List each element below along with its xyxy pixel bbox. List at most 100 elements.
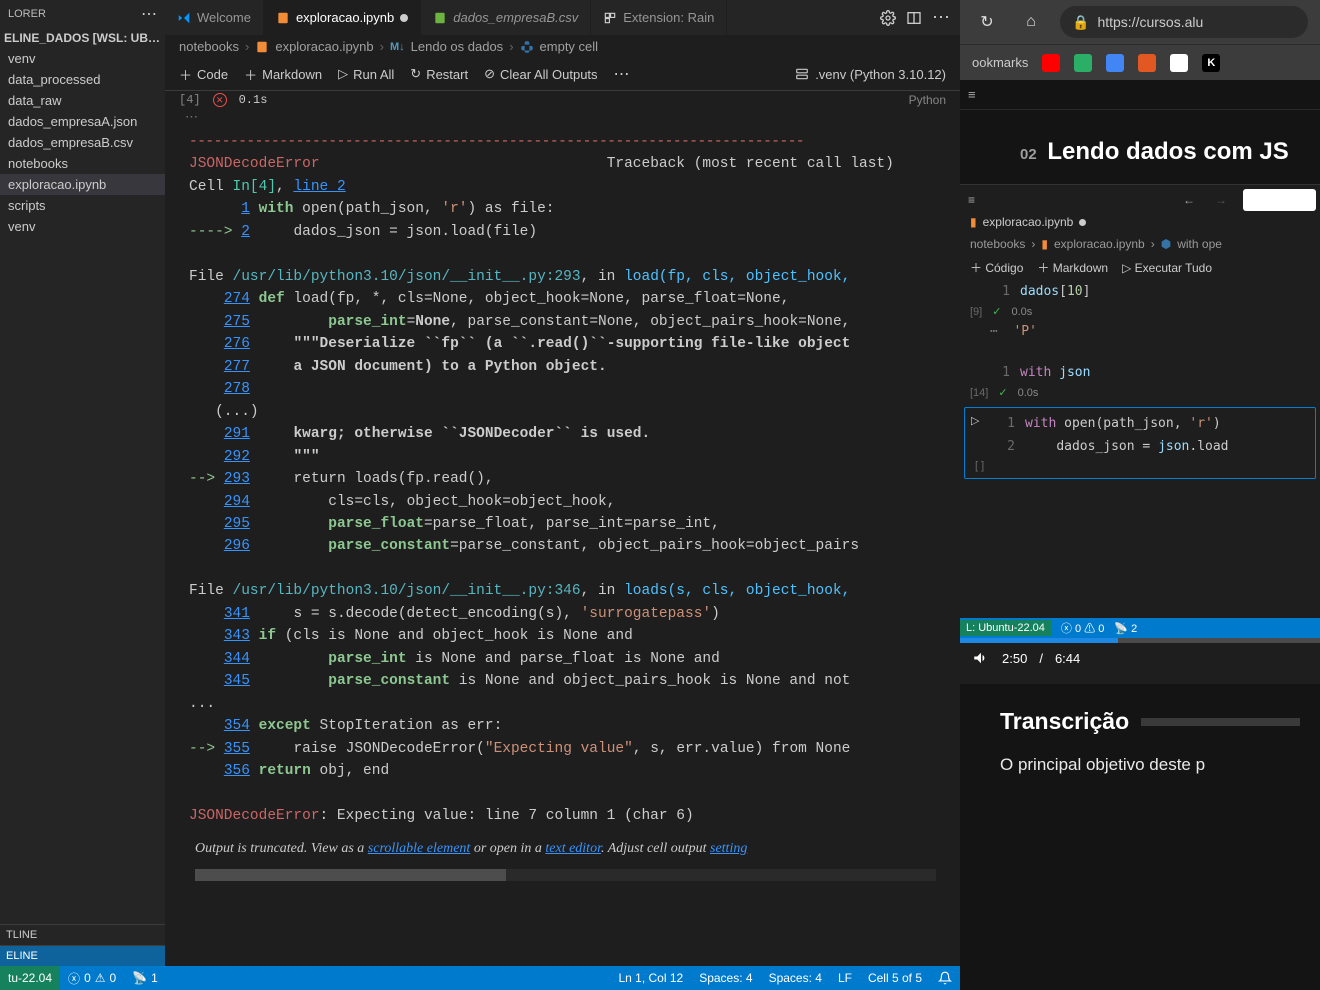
notebook-icon [255, 40, 269, 54]
explorer-item-selected[interactable]: exploracao.ipynb [0, 174, 165, 195]
vscode-icon [177, 11, 191, 25]
kernel-picker[interactable]: .venv (Python 3.10.12) [795, 67, 946, 82]
crumb[interactable]: Lendo os dados [411, 39, 504, 54]
home-icon[interactable]: ⌂ [1016, 7, 1046, 37]
bookmark-icon[interactable] [1042, 54, 1060, 72]
scrollable-element-link[interactable]: scrollable element [368, 841, 471, 856]
scrollbar-thumb[interactable] [195, 869, 506, 881]
back-icon: ← [1179, 193, 1199, 207]
error-icon: ⓧ [68, 970, 80, 987]
breadcrumb[interactable]: notebooks › exploracao.ipynb › M↓ Lendo … [165, 35, 960, 58]
cell-contrib-icon[interactable]: ⋯ [165, 109, 960, 125]
clear-icon: ⊘ [484, 66, 495, 82]
problems-indicator[interactable]: ⓧ0 ⚠0 [60, 970, 124, 987]
browser-window: ↻ ⌂ 🔒 https://cursos.alu ookmarks K ≡ 02… [960, 0, 1320, 990]
explorer-item[interactable]: dados_empresaB.csv [0, 132, 165, 153]
csv-icon [433, 11, 447, 25]
tab-label: exploracao.ipynb [296, 10, 394, 25]
bookmark-icon[interactable] [1074, 54, 1092, 72]
explorer-sidebar: LORER ⋯ ELINE_DADOS [WSL: UB… venv data_… [0, 0, 165, 966]
extension-icon [603, 11, 617, 25]
progress-fill [960, 638, 1118, 643]
explorer-item[interactable]: venv [0, 216, 165, 237]
error-name: JSONDecodeError [189, 156, 320, 172]
bookmark-icon[interactable] [1170, 54, 1188, 72]
explorer-item[interactable]: data_raw [0, 90, 165, 111]
modified-indicator-icon [1079, 219, 1086, 226]
bookmark-icon[interactable] [1106, 54, 1124, 72]
explorer-item[interactable]: data_processed [0, 69, 165, 90]
kernel-label: .venv (Python 3.10.12) [815, 67, 946, 82]
indentation[interactable]: Spaces: 4 [691, 971, 760, 985]
volume-icon[interactable] [972, 649, 990, 667]
explorer-item[interactable]: scripts [0, 195, 165, 216]
explorer-item[interactable]: dados_empresaA.json [0, 111, 165, 132]
cell-exec-label: [4] [179, 93, 201, 107]
video-player[interactable]: ≡ ← → ▮ exploracao.ipynb notebooks› ▮exp… [960, 184, 1320, 684]
bookmarks-label[interactable]: ookmarks [972, 55, 1028, 70]
address-bar[interactable]: 🔒 https://cursos.alu [1060, 6, 1308, 38]
more-actions-icon[interactable]: ⋯ [932, 7, 950, 28]
tab-notebook[interactable]: exploracao.ipynb [264, 0, 421, 35]
url-text: https://cursos.alu [1097, 14, 1203, 30]
text-editor-link[interactable]: text editor [545, 841, 601, 856]
error-status-icon: ✕ [213, 93, 227, 107]
clear-outputs-button[interactable]: ⊘Clear All Outputs [484, 66, 597, 82]
plus-icon: ＋ [179, 65, 192, 84]
cell-position[interactable]: Cell 5 of 5 [860, 971, 930, 985]
tab-csv[interactable]: dados_empresaB.csv [421, 0, 591, 35]
run-all-button[interactable]: ▷Run All [338, 66, 394, 82]
tab-label: Welcome [197, 10, 251, 25]
bookmark-icon[interactable] [1138, 54, 1156, 72]
remote-wsl-indicator[interactable]: tu-22.04 [0, 966, 60, 990]
explorer-item[interactable]: notebooks [0, 153, 165, 174]
video-controls[interactable]: 2:50 / 6:44 [960, 638, 1320, 684]
modified-indicator-icon [400, 14, 408, 22]
gear-icon[interactable] [880, 10, 896, 26]
restart-button[interactable]: ↻Restart [410, 66, 468, 82]
cell-language[interactable]: Python [909, 93, 946, 107]
explorer-item[interactable]: venv [0, 48, 165, 69]
bookmark-icon[interactable]: K [1202, 54, 1220, 72]
tab-extension[interactable]: Extension: Rain [591, 0, 727, 35]
run-all-icon: ▷ [338, 66, 348, 82]
settings-link[interactable]: setting [710, 841, 747, 856]
timeline-section[interactable]: ELINE [0, 945, 165, 966]
reload-icon[interactable]: ↻ [972, 7, 1002, 37]
video-statusbar: L: Ubuntu-22.04 ⓧ 0 ⚠ 0 📡 2 [960, 618, 1320, 638]
outline-section[interactable]: TLINE [0, 924, 165, 945]
explorer-root-folder[interactable]: ELINE_DADOS [WSL: UB… [0, 28, 165, 48]
cell-output: ----------------------------------------… [165, 125, 960, 966]
eol-indicator[interactable]: LF [830, 971, 860, 985]
video-current-time: 2:50 [1002, 651, 1027, 666]
video-progress-bar[interactable] [960, 638, 1320, 643]
crumb[interactable]: empty cell [540, 39, 599, 54]
browser-toolbar: ↻ ⌂ 🔒 https://cursos.alu [960, 0, 1320, 44]
search-box [1243, 189, 1316, 211]
tab-welcome[interactable]: Welcome [165, 0, 264, 35]
editor-tabs: Welcome exploracao.ipynb dados_empresaB.… [165, 0, 960, 35]
add-code-button[interactable]: ＋Code [179, 65, 228, 84]
bookmarks-bar: ookmarks K [960, 44, 1320, 80]
notebook-toolbar: ＋Code ＋Markdown ▷Run All ↻Restart ⊘Clear… [165, 58, 960, 91]
cursor-position[interactable]: Ln 1, Col 12 [610, 971, 691, 985]
explorer-more-icon[interactable]: ⋯ [141, 4, 157, 24]
warning-icon: ⚠ [95, 971, 106, 985]
split-editor-icon[interactable] [906, 10, 922, 26]
output-truncated-note: Output is truncated. View as a scrollabl… [189, 828, 960, 864]
indentation2[interactable]: Spaces: 4 [761, 971, 830, 985]
crumb[interactable]: notebooks [179, 39, 239, 54]
explorer-title: LORER [8, 8, 46, 20]
transcript-heading: Transcrição [1000, 708, 1300, 735]
tab-label: dados_empresaB.csv [453, 10, 578, 25]
horizontal-scrollbar[interactable] [195, 869, 936, 881]
ports-indicator[interactable]: 📡1 [124, 971, 166, 985]
notifications-icon[interactable] [930, 971, 960, 985]
menu-icon[interactable]: ≡ [968, 87, 976, 102]
chevron-right-icon: › [380, 39, 384, 54]
add-markdown-button[interactable]: ＋Markdown [244, 65, 322, 84]
crumb[interactable]: exploracao.ipynb [275, 39, 373, 54]
more-icon[interactable]: ⋯ [614, 64, 630, 84]
cell-exec-time: 0.1s [239, 93, 268, 107]
notebook-icon: ▮ [970, 215, 977, 229]
